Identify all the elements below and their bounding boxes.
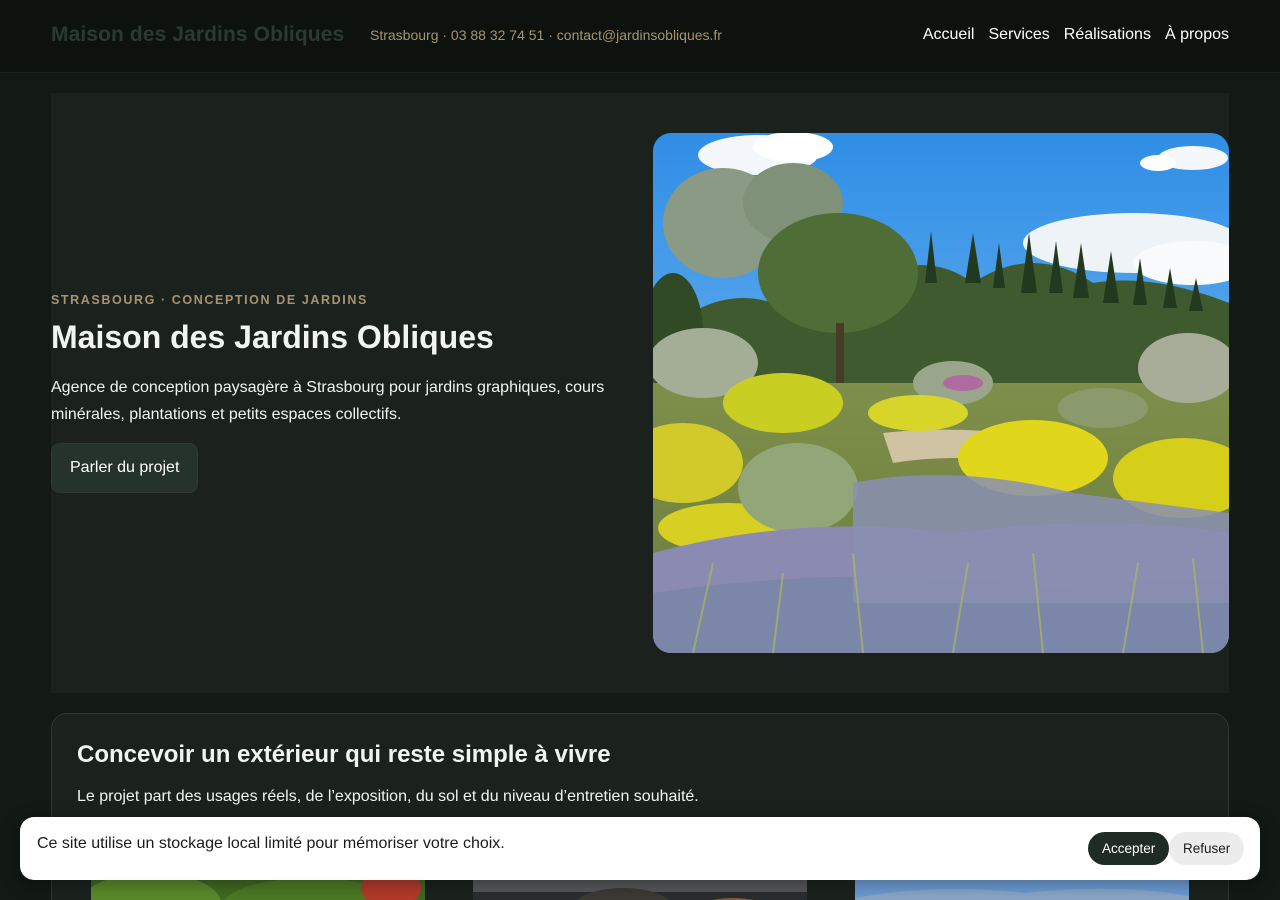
talk-project-button[interactable]: Parler du projet	[51, 443, 199, 493]
project-thumbnail-2[interactable]	[473, 878, 807, 900]
garden-illustration	[653, 133, 1229, 653]
cookie-banner: Ce site utilise un stockage local limité…	[20, 817, 1260, 880]
intro-text: Le projet part des usages réels, de l’ex…	[77, 788, 699, 805]
nav-link-a-propos[interactable]: À propos	[1165, 26, 1229, 44]
project-thumbnail-1[interactable]	[91, 878, 425, 900]
hero-eyebrow: STRASBOURG · CONCEPTION DE JARDINS	[51, 293, 368, 307]
nav-link-realisations[interactable]: Réalisations	[1064, 26, 1151, 44]
nav-link-services[interactable]: Services	[988, 26, 1049, 44]
thumb-garden-image	[91, 878, 425, 900]
thumb-landscape-image	[855, 878, 1189, 900]
hero-section: STRASBOURG · CONCEPTION DE JARDINS Maiso…	[51, 93, 1229, 693]
thumb-courtyard-image	[473, 878, 807, 900]
cookie-message: Ce site utilise un stockage local limité…	[37, 835, 505, 852]
accept-cookies-button[interactable]: Accepter	[1088, 832, 1170, 865]
nav-link-accueil[interactable]: Accueil	[923, 26, 975, 44]
project-thumbnail-3[interactable]	[855, 878, 1189, 900]
brand-logo-text[interactable]: Maison des Jardins Obliques	[51, 23, 344, 47]
main-nav: Accueil Services Réalisations À propos	[923, 26, 1229, 44]
header-contact-info: Strasbourg · 03 88 32 74 51 · contact@ja…	[370, 27, 722, 43]
site-header: Maison des Jardins Obliques Strasbourg ·…	[0, 0, 1280, 73]
intro-title: Concevoir un extérieur qui reste simple …	[77, 741, 611, 768]
hero-garden-image	[653, 133, 1229, 653]
refuse-cookies-button[interactable]: Refuser	[1169, 832, 1245, 865]
hero-title: Maison des Jardins Obliques	[51, 319, 494, 355]
hero-description: Agence de conception paysagère à Strasbo…	[51, 379, 605, 423]
